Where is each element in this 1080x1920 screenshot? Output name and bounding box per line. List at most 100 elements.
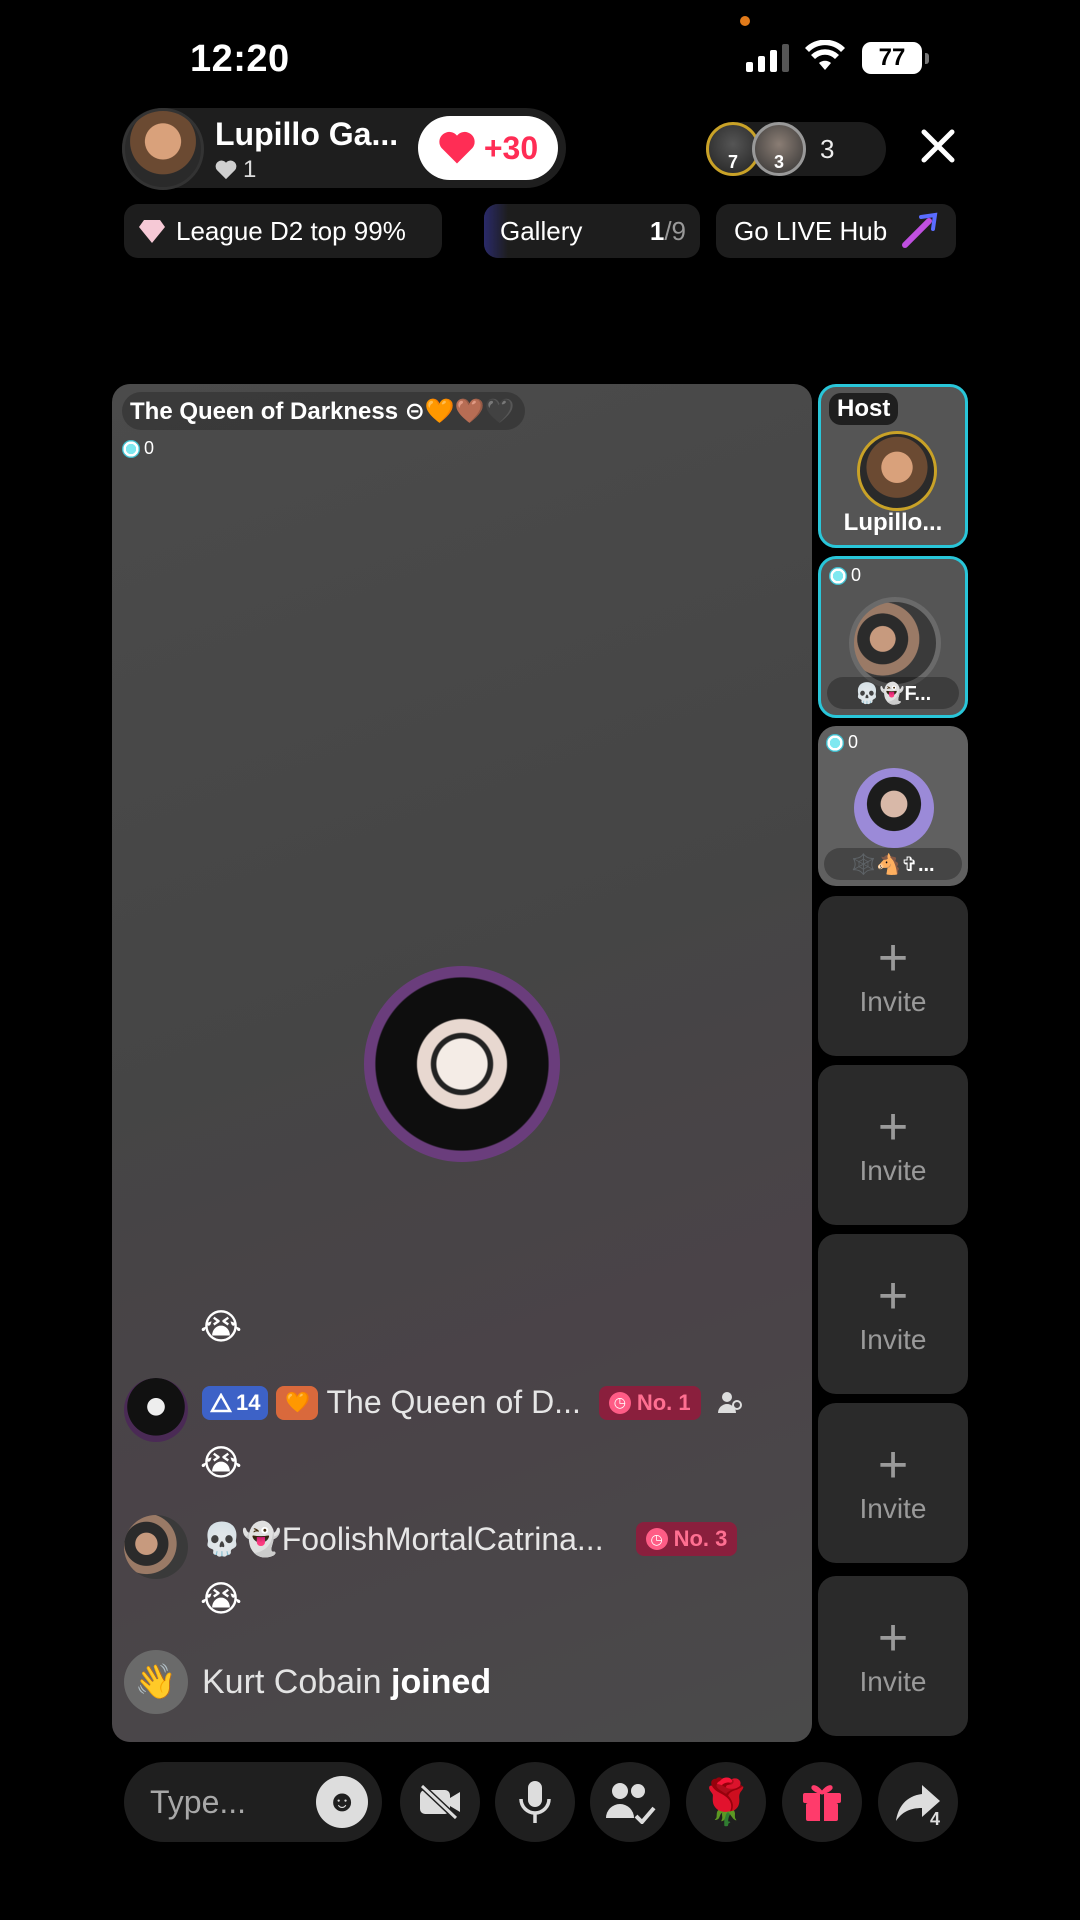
host-seat[interactable]: Host Lupillo... (818, 384, 968, 548)
join-notice: 👋 Kurt Cobain joined (124, 1650, 491, 1714)
viewer-rank: 3 (773, 152, 784, 172)
gift-icon (803, 1785, 841, 1821)
host-name[interactable]: Lupillo Ga... (215, 116, 398, 153)
plus-icon: + (877, 929, 909, 987)
guest-score: 0 (829, 565, 861, 586)
stage-score-value: 0 (144, 438, 155, 458)
chat-avatar[interactable] (124, 1515, 188, 1579)
league-chip[interactable]: League D2 top 99% (124, 204, 442, 258)
chat-username[interactable]: 💀👻FoolishMortalCatrina... (202, 1520, 604, 1558)
chat-emoji: 😭 (200, 1578, 243, 1619)
sword-icon (902, 212, 938, 248)
host-avatar[interactable] (122, 108, 204, 190)
chat-username[interactable]: The Queen of D... (326, 1384, 580, 1421)
join-action: joined (391, 1662, 492, 1701)
chat-avatar[interactable] (124, 1378, 188, 1442)
guests-button[interactable] (590, 1762, 670, 1842)
heart-icon (215, 160, 237, 180)
comment-box[interactable]: ☻ (124, 1762, 382, 1842)
mic-button[interactable] (495, 1762, 575, 1842)
like-plus-label: +30 (483, 129, 539, 166)
host-label: Host (829, 393, 899, 425)
invite-slot[interactable]: + Invite (818, 1065, 968, 1225)
gem-icon (829, 566, 847, 585)
heart-icon (439, 131, 475, 164)
invite-slot[interactable]: + Invite (818, 896, 968, 1056)
rose-gift-button[interactable]: 🌹 (686, 1762, 766, 1842)
share-button[interactable]: 4 (878, 1762, 958, 1842)
gift-button[interactable] (782, 1762, 862, 1842)
golive-label: Go LIVE Hub (734, 215, 888, 246)
stage-title: The Queen of Darkness ⊝🧡🤎🖤 (122, 392, 525, 430)
guest-avatar (854, 768, 934, 848)
guest-seat[interactable]: 0 💀👻F... (818, 556, 968, 718)
triangle-icon (210, 1392, 232, 1412)
viewer-count[interactable]: 3 (820, 134, 834, 165)
fan-heart-icon: 🧡 (276, 1385, 319, 1420)
invite-slot[interactable]: + Invite (818, 1403, 968, 1563)
camera-off-icon (419, 1783, 460, 1821)
invite-label: Invite (859, 986, 927, 1017)
like-plus-button[interactable]: +30 (418, 116, 558, 180)
gallery-total: /9 (664, 215, 686, 246)
comment-input[interactable] (150, 1782, 300, 1822)
chat-emoji: 😭 (200, 1306, 243, 1347)
host-seat-name: Lupillo... (843, 509, 943, 536)
share-count: 4 (929, 1809, 940, 1829)
guest-seat[interactable]: 0 🕸️🐴✞... (818, 726, 968, 886)
guest-score: 0 (826, 732, 858, 753)
signal-icon (746, 44, 789, 72)
invite-label: Invite (859, 1155, 927, 1186)
chat-message[interactable]: 14 🧡 The Queen of D... ◷ No. 1 (202, 1384, 743, 1421)
wave-icon[interactable]: 👋 (124, 1650, 188, 1714)
gem-icon (826, 733, 844, 752)
host-likes: 1 (215, 156, 256, 184)
rose-icon: 🌹 (698, 1778, 754, 1827)
battery-icon: 77 (862, 42, 929, 74)
invite-label: Invite (859, 1493, 927, 1524)
host-likes-count: 1 (243, 156, 257, 183)
plus-icon: + (877, 1609, 909, 1667)
join-text: Kurt Cobain joined (202, 1663, 491, 1702)
viewer-avatar[interactable]: 3 (752, 122, 806, 176)
rank-badge: ◷ No. 1 (598, 1385, 701, 1420)
timer-icon: ◷ (608, 1391, 631, 1414)
invite-slot[interactable]: + Invite (818, 1234, 968, 1394)
emoji-icon[interactable]: ☻ (316, 1776, 368, 1828)
host-seat-avatar (857, 431, 937, 511)
invite-label: Invite (859, 1666, 927, 1697)
status-time: 12:20 (190, 38, 290, 80)
people-icon[interactable] (715, 1389, 743, 1417)
plus-icon: + (877, 1267, 909, 1325)
level-badge: 14 (202, 1385, 269, 1420)
diamond-icon (139, 220, 165, 243)
rank-value: No. 1 (636, 1389, 691, 1415)
wifi-icon (805, 40, 845, 70)
rank-value: No. 3 (673, 1526, 728, 1551)
gallery-label: Gallery (500, 215, 583, 246)
guest-name-tag: 🕸️🐴✞... (824, 848, 962, 880)
invite-label: Invite (859, 1324, 927, 1355)
close-icon[interactable] (918, 126, 958, 166)
plus-icon: + (877, 1098, 909, 1156)
gem-icon (122, 439, 140, 458)
people-icon (606, 1783, 656, 1824)
gallery-count: 1/9 (650, 216, 686, 247)
invite-slot[interactable]: + Invite (818, 1576, 968, 1736)
guest-name-tag: 💀👻F... (827, 677, 959, 709)
golive-hub-chip[interactable]: Go LIVE Hub (716, 204, 956, 258)
gallery-chip[interactable]: Gallery 1/9 (484, 204, 700, 258)
chat-message[interactable]: 💀👻FoolishMortalCatrina... ◷ No. 3 (202, 1520, 738, 1558)
stage-score: 0 (122, 438, 154, 459)
guest-avatar (849, 597, 941, 689)
camera-off-button[interactable] (400, 1762, 480, 1842)
gallery-current: 1 (649, 215, 665, 246)
guest-score-value: 0 (848, 732, 859, 752)
mic-icon (519, 1781, 551, 1823)
league-label: League D2 top 99% (176, 215, 406, 246)
join-user: Kurt Cobain (202, 1662, 382, 1701)
plus-icon: + (877, 1436, 909, 1494)
stage-avatar[interactable] (364, 966, 560, 1162)
rank-badge: ◷ No. 3 (635, 1522, 738, 1556)
timer-icon: ◷ (645, 1528, 668, 1550)
